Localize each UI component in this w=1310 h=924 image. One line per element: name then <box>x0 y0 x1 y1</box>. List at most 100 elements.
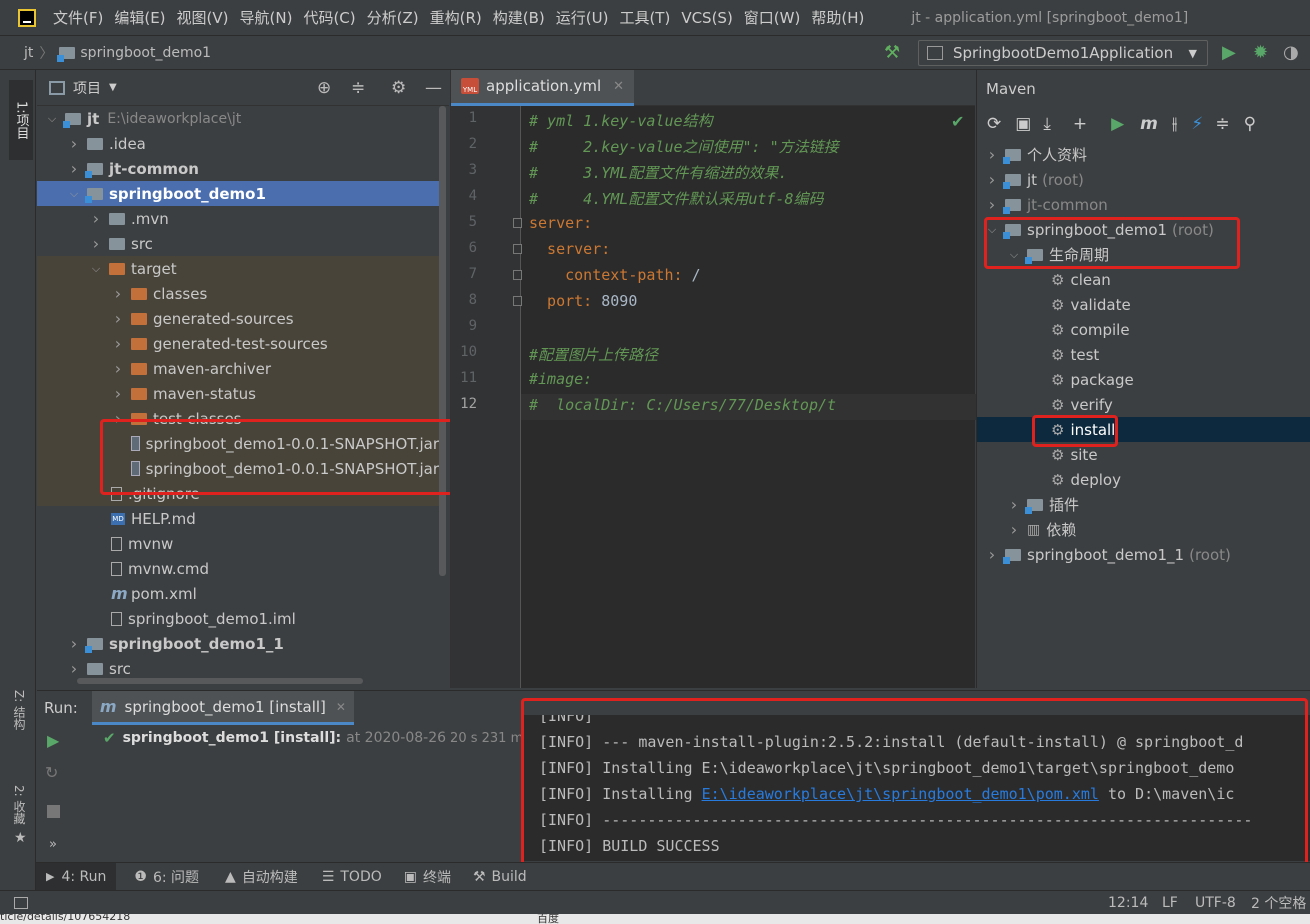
maven-tree-row[interactable]: ⚙ deploy <box>977 467 1310 492</box>
menu-item[interactable]: VCS(S) <box>681 9 732 27</box>
chevron-down-icon[interactable]: ⌵ <box>45 112 59 126</box>
line-separator[interactable]: LF <box>1162 895 1178 911</box>
toggle-offline-icon[interactable]: ⫲ <box>1172 114 1178 134</box>
maven-tree-row[interactable]: ⚙ verify <box>977 392 1310 417</box>
tree-row[interactable]: springboot_demo1.iml <box>37 606 439 631</box>
close-icon[interactable]: ✕ <box>336 700 346 714</box>
file-encoding[interactable]: UTF-8 <box>1195 895 1236 911</box>
console-link[interactable]: E:\ideaworkplace\jt\springboot_demo1\pom… <box>702 785 1099 803</box>
chevron-right-icon[interactable]: › <box>985 145 999 164</box>
toggle-tree-icon[interactable]: ↻ <box>45 763 58 782</box>
coverage-icon[interactable]: ◑ <box>1283 42 1299 63</box>
generate-sources-icon[interactable]: ▣ <box>1015 114 1031 134</box>
reload-icon[interactable]: ⟳ <box>987 114 1001 134</box>
maven-tree-row[interactable]: ⚙ clean <box>977 267 1310 292</box>
tree-row[interactable]: springboot_demo1-0.0.1-SNAPSHOT.jar <box>37 431 439 456</box>
tree-hscrollbar[interactable] <box>77 678 363 684</box>
run-console[interactable]: [INFO] [INFO] --- maven-install-plugin:2.… <box>523 715 1310 861</box>
maven-tree-row[interactable]: ⌵ 生命周期 <box>977 242 1310 267</box>
minimize-icon[interactable]: — <box>425 78 442 98</box>
tree-row[interactable]: › classes <box>37 281 439 306</box>
chevron-right-icon[interactable]: › <box>111 384 125 403</box>
menu-item[interactable]: 窗口(W) <box>744 7 801 28</box>
tree-row[interactable]: ⌵ jt E:\ideaworkplace\jt <box>37 106 439 131</box>
chevron-right-icon[interactable]: › <box>67 134 81 153</box>
editor-tab-application-yml[interactable]: YML application.yml ✕ <box>451 69 635 106</box>
tree-row[interactable]: › src <box>37 231 439 256</box>
tab-run[interactable]: ▶ 4: Run <box>36 862 117 891</box>
chevron-right-icon[interactable]: › <box>1007 495 1021 514</box>
maven-tree-row[interactable]: › ▥ 依赖 <box>977 517 1310 542</box>
chevron-right-icon[interactable]: › <box>1007 520 1021 539</box>
debug-icon[interactable]: ✹ <box>1253 42 1268 63</box>
menu-item[interactable]: 文件(F) <box>53 7 103 28</box>
structure-tool-tab[interactable]: Z: 结构 <box>11 690 28 730</box>
chevron-right-icon[interactable]: › <box>985 195 999 214</box>
skip-tests-icon[interactable]: ⚡ <box>1191 114 1203 134</box>
wrench-icon[interactable]: ⚲ <box>1244 114 1256 134</box>
chevron-right-icon[interactable]: › <box>111 359 125 378</box>
more-icon[interactable]: » <box>49 837 57 852</box>
maven-tree-row[interactable]: ⚙ install <box>977 417 1310 442</box>
rerun-icon[interactable]: ▶ <box>47 731 59 750</box>
tree-row[interactable]: › .idea <box>37 131 439 156</box>
chevron-down-icon[interactable]: ⌵ <box>67 187 81 201</box>
run-result[interactable]: ✔ springboot_demo1 [install]: at 2020-08… <box>103 729 530 747</box>
tab-problems[interactable]: ❶ 6: 问题 <box>134 867 199 887</box>
tree-row[interactable]: m pom.xml <box>37 581 439 606</box>
tree-row[interactable]: .gitignore <box>37 481 439 506</box>
tree-row[interactable]: MD HELP.md <box>37 506 439 531</box>
cursor-position[interactable]: 12:14 <box>1108 895 1148 911</box>
maven-goal-icon[interactable]: m <box>1140 114 1158 134</box>
tree-row[interactable]: springboot_demo1-0.0.1-SNAPSHOT.jar <box>37 456 439 481</box>
run-icon[interactable]: ▶ <box>1222 42 1236 63</box>
chevron-right-icon[interactable]: › <box>67 634 81 653</box>
maven-tree-row[interactable]: ⌵ springboot_demo1 (root) <box>977 217 1310 242</box>
menu-item[interactable]: 导航(N) <box>240 7 293 28</box>
chevron-down-icon[interactable]: ▼ <box>109 82 117 93</box>
tree-row[interactable]: mvnw <box>37 531 439 556</box>
tab-auto-build[interactable]: ▲ 自动构建 <box>225 867 298 887</box>
menu-item[interactable]: 重构(R) <box>430 7 482 28</box>
chevron-right-icon[interactable]: › <box>111 334 125 353</box>
tree-row[interactable]: › generated-sources <box>37 306 439 331</box>
run-config-dropdown[interactable]: SpringbootDemo1Application ▼ <box>918 40 1208 66</box>
chevron-right-icon[interactable]: › <box>67 159 81 178</box>
chevron-down-icon[interactable]: ⌵ <box>1007 248 1021 262</box>
tree-row[interactable]: ⌵ target <box>37 256 439 281</box>
menu-item[interactable]: 运行(U) <box>556 7 609 28</box>
tree-row[interactable]: › test-classes <box>37 406 439 431</box>
chevron-right-icon[interactable]: › <box>111 409 125 428</box>
menu-item[interactable]: 帮助(H) <box>811 7 864 28</box>
tree-row[interactable]: › .mvn <box>37 206 439 231</box>
indent-setting[interactable]: 2 个空格 <box>1251 893 1306 913</box>
maven-tree-row[interactable]: › 插件 <box>977 492 1310 517</box>
maven-tree-row[interactable]: ⚙ package <box>977 367 1310 392</box>
chevron-down-icon[interactable]: ⌵ <box>985 223 999 237</box>
tab-build[interactable]: ⚒ Build <box>473 869 527 885</box>
menu-item[interactable]: 代码(C) <box>303 7 355 28</box>
build-hammer-icon[interactable]: ⚒ <box>884 42 900 63</box>
collapse-all-icon[interactable]: ≑ <box>351 78 365 98</box>
chevron-right-icon[interactable]: › <box>89 234 103 253</box>
run-maven-icon[interactable]: ▶ <box>1111 114 1124 134</box>
locate-icon[interactable]: ⊕ <box>317 78 331 98</box>
panel-toggle-icon[interactable] <box>14 896 28 909</box>
download-icon[interactable]: ⤓ <box>1043 114 1051 134</box>
tree-row[interactable]: mvnw.cmd <box>37 556 439 581</box>
menu-item[interactable]: 编辑(E) <box>114 7 165 28</box>
add-icon[interactable]: + <box>1073 114 1087 134</box>
editor-code[interactable]: # yml 1.key-value结构 # 2.key-value之间使用": "… <box>521 106 976 688</box>
gear-icon[interactable]: ⚙ <box>391 78 406 98</box>
tree-row[interactable]: › springboot_demo1_1 <box>37 631 439 656</box>
tree-row[interactable]: ⌵ springboot_demo1 <box>37 181 439 206</box>
tree-row[interactable]: › jt-common <box>37 156 439 181</box>
stop-icon[interactable] <box>47 805 60 818</box>
maven-tree-row[interactable]: › springboot_demo1_1 (root) <box>977 542 1310 567</box>
close-icon[interactable]: ✕ <box>613 79 624 94</box>
run-tab[interactable]: m springboot_demo1 [install] ✕ <box>91 691 354 725</box>
chevron-right-icon[interactable]: › <box>67 659 81 678</box>
baidu-link[interactable]: 百度 <box>537 914 559 924</box>
tree-row[interactable]: › generated-test-sources <box>37 331 439 356</box>
menu-item[interactable]: 视图(V) <box>177 7 229 28</box>
